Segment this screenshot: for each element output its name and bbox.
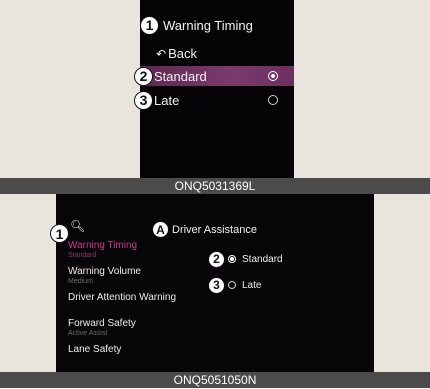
radio-selected-icon[interactable] (228, 255, 236, 263)
page-title: Warning Timing (163, 17, 253, 33)
callout-marker: 1 (140, 15, 159, 35)
callout-left: 1 (50, 224, 69, 244)
option-label: Late (154, 92, 180, 108)
callout-marker: 3 (134, 90, 153, 110)
callout-marker: 1 (50, 224, 69, 243)
header-title-group: A Driver Assistance (152, 221, 257, 238)
menu-item-label: Driver Attention Warning (68, 292, 177, 303)
infotainment-screen: 🔍︎ A Driver Assistance 1 Warning Timing … (50, 194, 374, 372)
menu-item-value: Medium (68, 278, 93, 285)
figure-caption: ONQ5051050N (0, 372, 430, 388)
timing-options: 2 Standard 3 Late (208, 246, 283, 298)
callout-marker: A (152, 221, 169, 238)
settings-menu-list: Warning Timing Standard Warning Volume M… (68, 240, 208, 370)
option-standard[interactable]: 2 Standard (208, 246, 283, 272)
callout-marker: 2 (208, 250, 225, 268)
back-button[interactable]: ↶ Back (156, 46, 197, 61)
menu-item-label: Warning Volume (68, 266, 141, 277)
panel-warning-timing-menu: 1 Warning Timing ↶ Back 2 Standard 3 Lat… (0, 0, 430, 178)
option-late[interactable]: 3 Late (208, 272, 283, 298)
option-label: Standard (154, 68, 207, 84)
option-late[interactable]: 3 Late (134, 90, 294, 110)
option-standard[interactable]: 2 Standard (134, 66, 294, 86)
figure-caption: ONQ5031369L (0, 178, 430, 194)
back-label: Back (168, 46, 197, 61)
callout-marker: 2 (134, 66, 153, 86)
menu-item-lane-safety[interactable]: Lane Safety (68, 344, 208, 370)
menu-item-value: Active Assist (68, 330, 108, 337)
panel-driver-assistance-menu: 🔍︎ A Driver Assistance 1 Warning Timing … (0, 194, 430, 372)
menu-item-warning-volume[interactable]: Warning Volume Medium (68, 266, 208, 292)
screen-title: 1 Warning Timing (140, 14, 294, 36)
menu-item-driver-attention-warning[interactable]: Driver Attention Warning (68, 292, 208, 318)
menu-item-label: Lane Safety (68, 344, 122, 355)
screen-header: 🔍︎ A Driver Assistance (56, 219, 374, 239)
radio-unselected-icon[interactable] (268, 95, 278, 105)
option-label: Late (242, 279, 262, 291)
menu-item-warning-timing[interactable]: Warning Timing Standard (68, 240, 208, 266)
menu-item-forward-safety[interactable]: Forward Safety Active Assist (68, 318, 208, 344)
radio-selected-icon[interactable] (268, 71, 278, 81)
radio-unselected-icon[interactable] (228, 281, 236, 289)
search-icon[interactable]: 🔍︎ (70, 219, 85, 233)
back-arrow-icon: ↶ (156, 46, 167, 61)
callout-marker: 3 (208, 276, 225, 294)
menu-item-value: Standard (68, 252, 97, 259)
option-label: Standard (242, 253, 283, 265)
menu-item-label: Warning Timing (68, 240, 138, 251)
page-title: Driver Assistance (172, 223, 257, 236)
menu-item-label: Forward Safety (68, 318, 136, 329)
infotainment-screen: 1 Warning Timing ↶ Back 2 Standard 3 Lat… (134, 0, 294, 178)
